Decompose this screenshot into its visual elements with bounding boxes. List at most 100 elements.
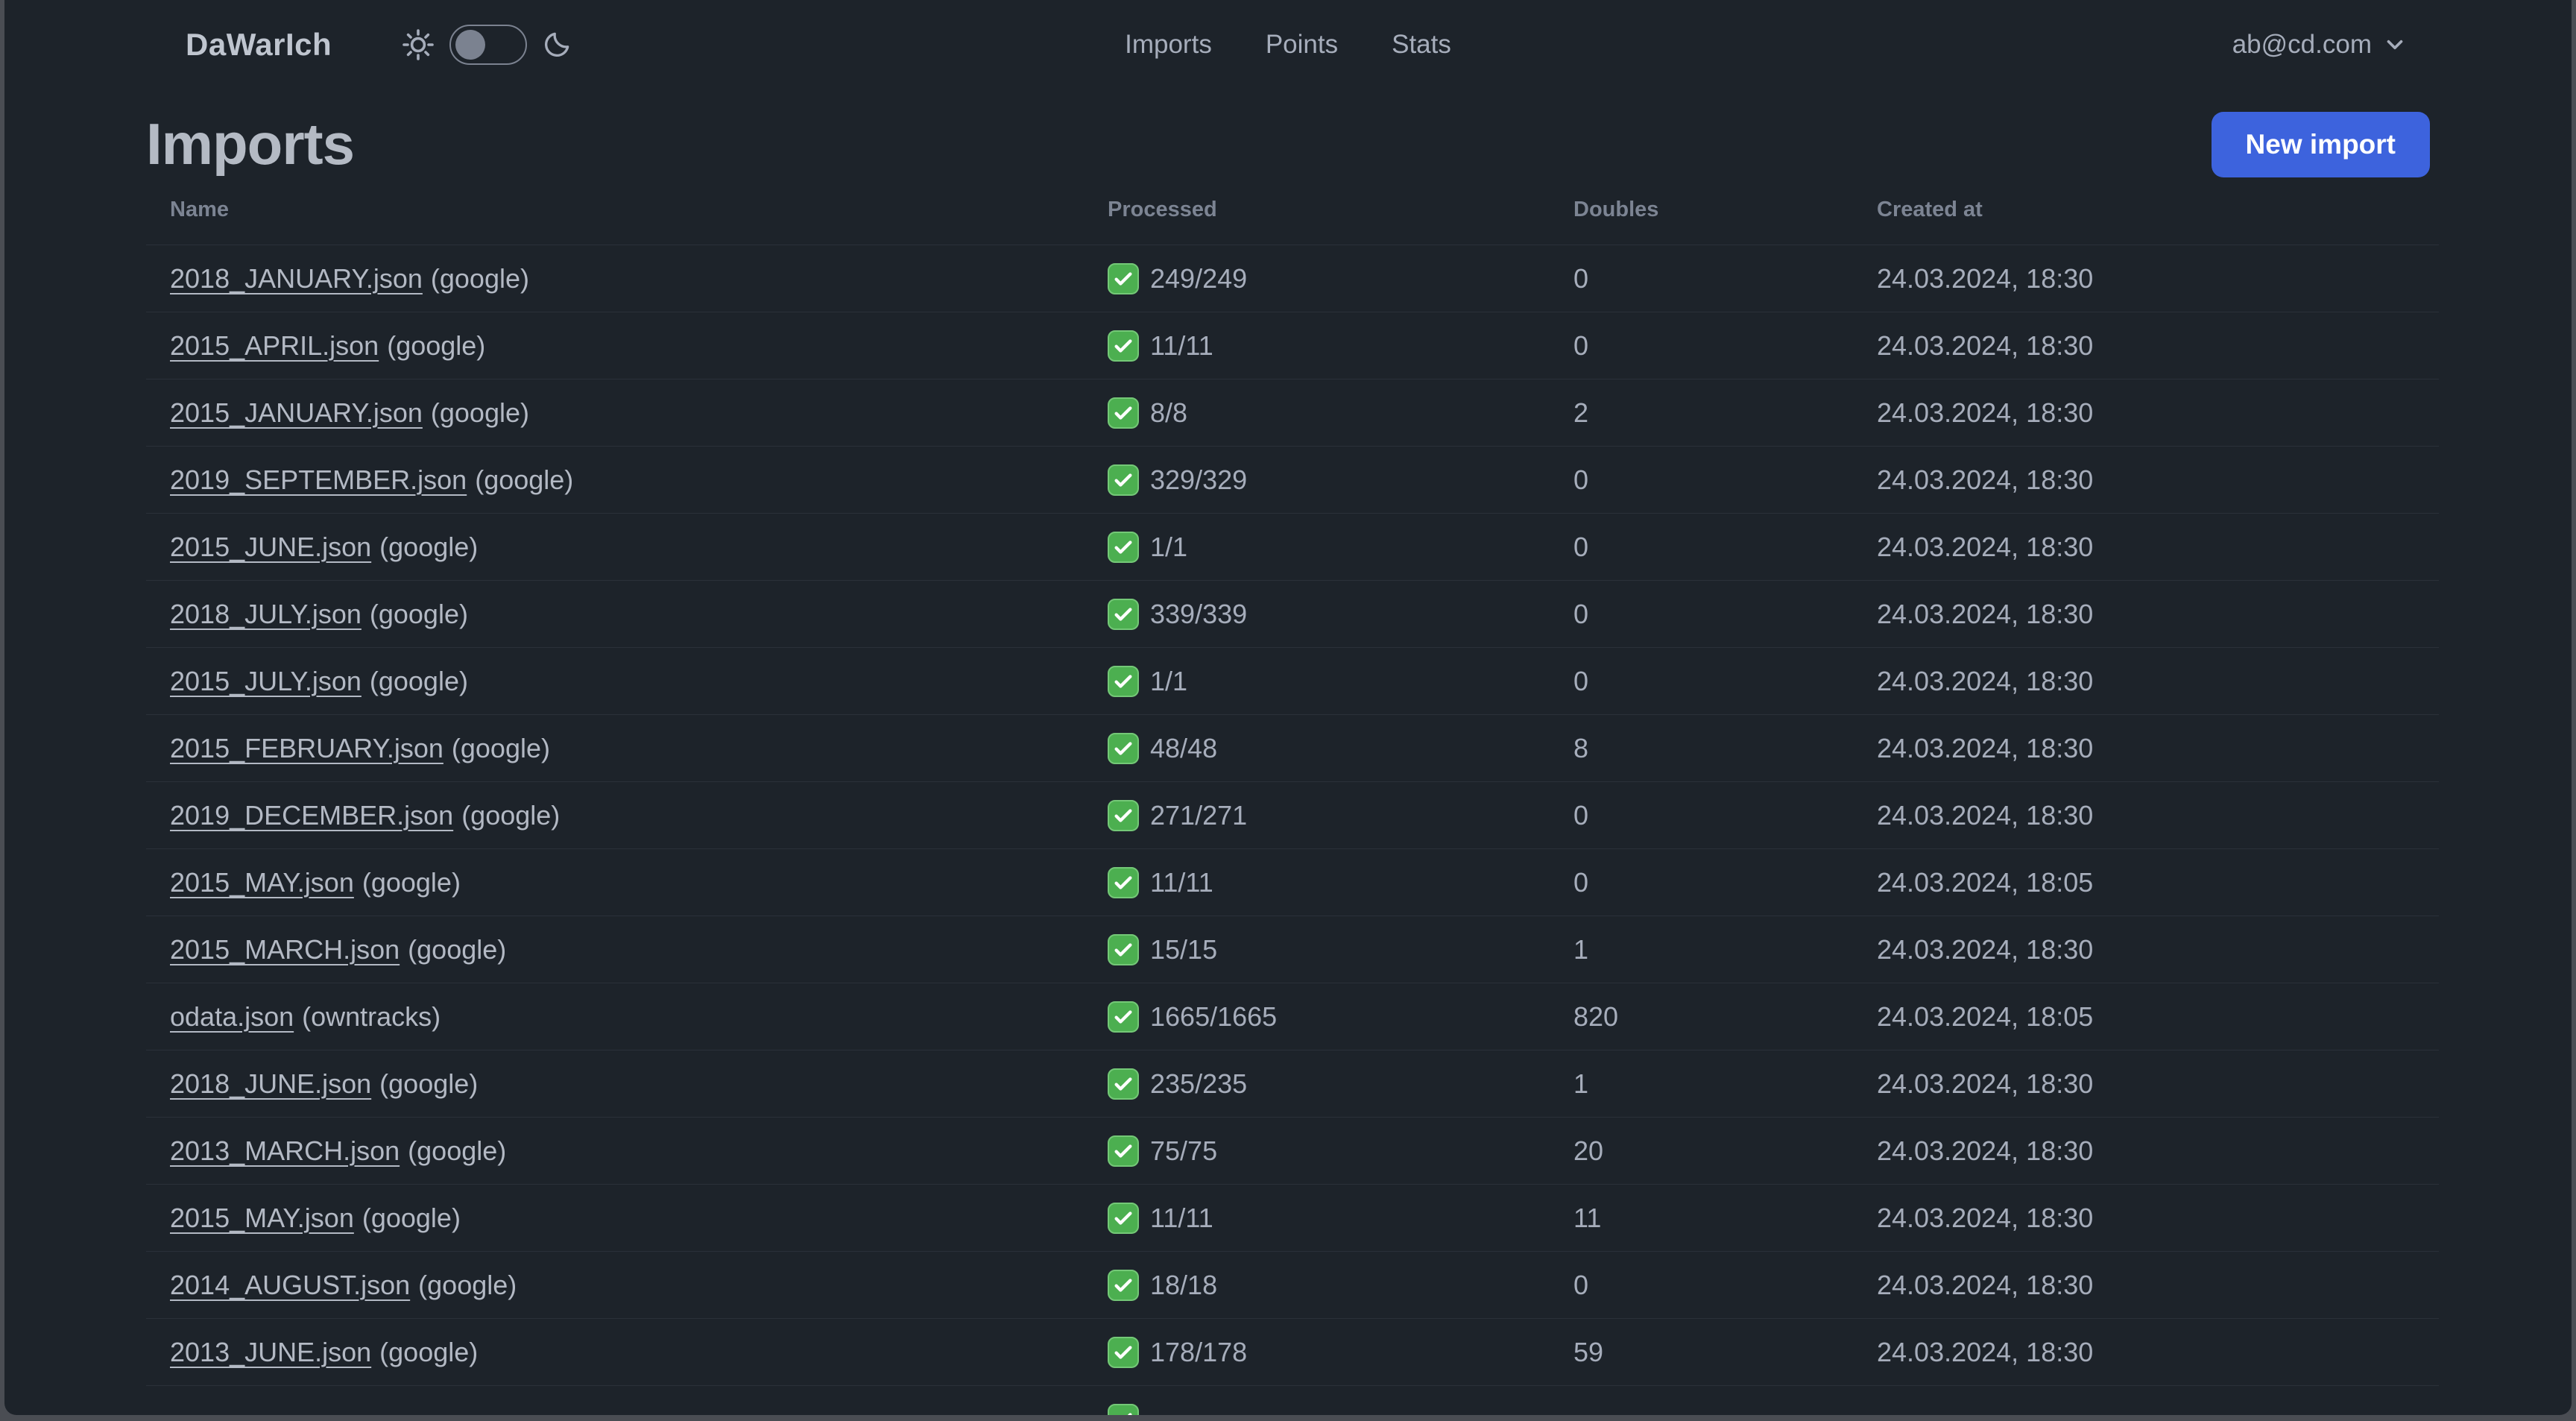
chevron-down-icon (2382, 32, 2408, 57)
name-cell: 2015_JANUARY.json (google) (146, 397, 1084, 429)
processed-count: 249/249 (1150, 262, 1248, 294)
table-row: 2014_AUGUST.json (google) 18/18 0 24.03.2… (146, 1251, 2439, 1318)
doubles-count: 0 (1573, 330, 1589, 361)
import-source-label: (google) (408, 933, 507, 965)
created-at: 24.03.2024, 18:30 (1877, 397, 2094, 428)
nav-link-stats[interactable]: Stats (1392, 30, 1451, 60)
import-file-link[interactable]: 2015_APRIL.json (170, 330, 379, 361)
doubles-count: 0 (1573, 464, 1589, 495)
import-file-link[interactable]: 2015_MAY.json (170, 867, 354, 898)
processed-cell: 235/235 (1084, 1068, 1550, 1100)
new-import-button[interactable]: New import (2211, 111, 2430, 177)
import-source-label: (google) (369, 665, 468, 696)
app-window: DaWarIch Imports Points Stats ab@cd.com … (4, 0, 2572, 1415)
check-icon (1108, 665, 1139, 697)
check-icon (1108, 1336, 1139, 1368)
processed-count: 15/15 (1150, 933, 1218, 965)
processed-count: 235/235 (1150, 1068, 1248, 1099)
name-cell: 2018_JUNE.json (google) (146, 1068, 1084, 1100)
app-logo[interactable]: DaWarIch (186, 27, 332, 63)
processed-cell: 11/11 (1084, 866, 1550, 898)
import-file-link[interactable]: 2019_SEPTEMBER.json (170, 464, 467, 495)
processed-count: 8/8 (1150, 397, 1188, 428)
check-icon (1108, 1135, 1139, 1167)
doubles-count: 0 (1573, 1269, 1589, 1300)
import-file-link[interactable]: 2013_MARCH.json (170, 1135, 400, 1166)
import-file-link[interactable]: 2013_JUNE.json (170, 1337, 371, 1367)
sun-icon (400, 27, 436, 63)
processed-cell: 249/249 (1084, 262, 1550, 294)
import-file-link[interactable]: 2019_DECEMBER.json (170, 800, 453, 831)
processed-cell: 18/18 (1084, 1269, 1550, 1301)
name-cell: 2015_MAY.json (google) (146, 867, 1084, 898)
processed-count: 48/48 (1150, 732, 1218, 763)
nav-link-imports[interactable]: Imports (1125, 30, 1212, 60)
check-icon (1108, 1403, 1139, 1415)
check-icon (1108, 330, 1139, 362)
check-icon (1108, 799, 1139, 831)
doubles-count: 0 (1573, 598, 1589, 629)
processed-cell: 1/1 (1084, 531, 1550, 563)
processed-cell: 11/11 (1084, 330, 1550, 362)
table-row: 2015_JANUARY.json (google) 8/8 2 24.03.20… (146, 379, 2439, 446)
created-at: 24.03.2024, 18:30 (1877, 1269, 2094, 1300)
name-cell: 2015_FEBRUARY.json (google) (146, 733, 1084, 764)
check-icon (1108, 598, 1139, 630)
import-source-label: (google) (369, 598, 468, 629)
check-icon (1108, 464, 1139, 496)
processed-cell: 339/339 (1084, 598, 1550, 630)
import-file-link[interactable]: 2015_FEBRUARY.json (170, 733, 443, 763)
import-file-link[interactable]: 2018_JANUARY.json (170, 263, 423, 294)
processed-count: 271/271 (1150, 799, 1248, 831)
doubles-count: 1 (1573, 933, 1589, 965)
doubles-count: 8 (1573, 732, 1589, 763)
import-file-link[interactable]: 2018_JULY.json (170, 599, 362, 629)
created-at: 24.03.2024, 18:30 (1877, 330, 2094, 361)
check-icon (1108, 262, 1139, 294)
processed-cell: 329/329 (1084, 464, 1550, 496)
import-file-link[interactable]: 2015_MAY.json (170, 1203, 354, 1233)
import-file-link[interactable]: 2015_MARCH.json (170, 934, 400, 965)
processed-cell: 8/8 (1084, 397, 1550, 429)
import-source-label: (google) (430, 397, 529, 428)
theme-toggle[interactable] (449, 25, 528, 65)
imports-table-header: Name Processed Doubles Created at (146, 178, 2439, 245)
import-source-label: (google) (387, 330, 486, 361)
import-file-link[interactable]: 2015_JULY.json (170, 666, 362, 696)
processed-count: 1665/1665 (1150, 1001, 1278, 1032)
import-file-link[interactable]: odata.json (170, 1001, 294, 1032)
check-icon (1108, 1202, 1139, 1234)
account-menu[interactable]: ab@cd.com (2232, 30, 2408, 60)
doubles-count: 0 (1573, 799, 1589, 831)
processed-count: 339/339 (1150, 598, 1248, 629)
created-at: 24.03.2024, 18:30 (1877, 732, 2094, 763)
nav-link-points[interactable]: Points (1266, 30, 1338, 60)
created-at: 24.03.2024, 18:05 (1877, 1001, 2094, 1032)
processed-count: 329/329 (1150, 464, 1248, 495)
import-file-link[interactable]: 2015_JUNE.json (170, 532, 371, 562)
header-processed: Processed (1108, 198, 1217, 221)
processed-count: 11/11 (1150, 330, 1213, 361)
table-row: odata.json (owntracks) 1665/1665 820 24.0… (146, 983, 2439, 1050)
processed-cell: 75/75 (1084, 1135, 1550, 1167)
created-at: 24.03.2024, 18:30 (1877, 1336, 2094, 1367)
processed-count: 1/1 (1150, 665, 1188, 696)
table-row: 2018_JUNE.json (google) 235/235 1 24.03.2… (146, 1050, 2439, 1117)
table-row: 2015_APRIL.json (google) 11/11 0 24.03.20… (146, 312, 2439, 379)
name-cell: 2015_MAY.json (google) (146, 1203, 1084, 1234)
import-source-label: (google) (379, 1068, 479, 1099)
processed-count: 178/178 (1150, 1336, 1248, 1367)
table-row: 2015_JULY.json (google) 1/1 0 24.03.2024,… (146, 647, 2439, 714)
created-at: 24.03.2024, 18:30 (1877, 1068, 2094, 1099)
import-file-link[interactable]: 2014_AUGUST.json (170, 1270, 410, 1300)
name-cell: 2015_JUNE.json (google) (146, 532, 1084, 563)
table-row: 2015_MAY.json (google) 11/11 0 24.03.2024… (146, 848, 2439, 916)
processed-cell: 48/48 (1084, 732, 1550, 764)
import-file-link[interactable]: 2018_JUNE.json (170, 1068, 371, 1099)
doubles-count: 820 (1573, 1001, 1619, 1032)
name-cell: 2015_JULY.json (google) (146, 666, 1084, 697)
import-file-link[interactable]: 2015_JANUARY.json (170, 397, 423, 428)
check-icon (1108, 397, 1139, 429)
name-cell: 2019_SEPTEMBER.json (google) (146, 464, 1084, 496)
name-cell: 2018_JANUARY.json (google) (146, 263, 1084, 294)
